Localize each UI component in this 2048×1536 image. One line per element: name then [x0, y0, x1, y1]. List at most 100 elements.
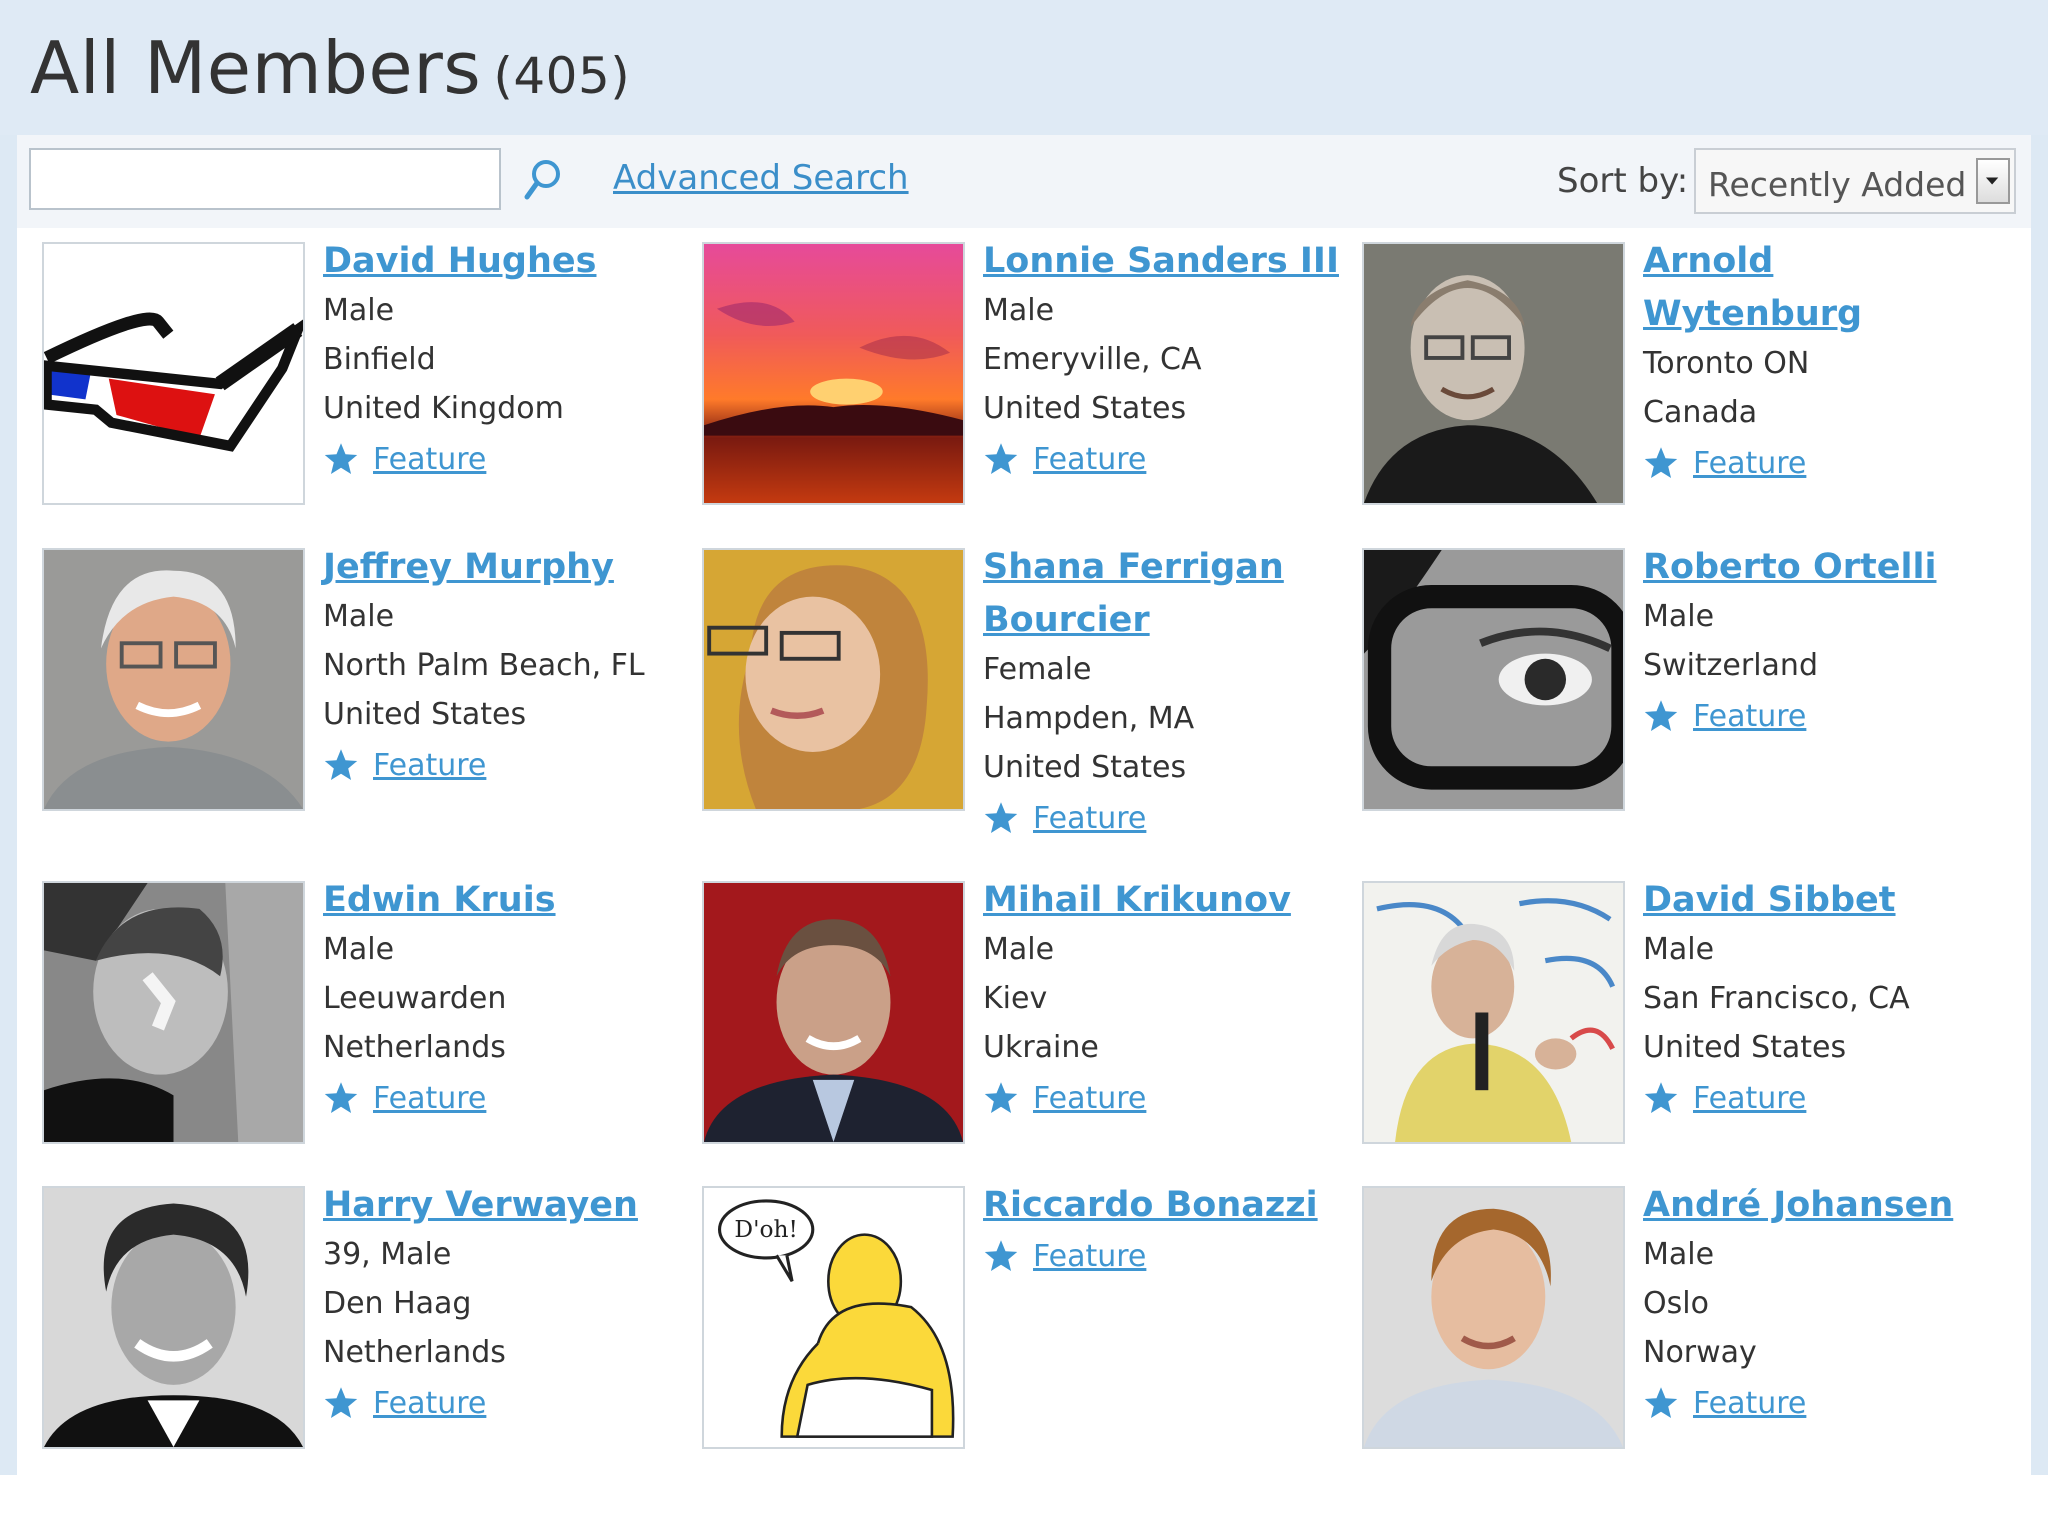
member-detail: Male [323, 293, 395, 328]
chevron-down-icon[interactable] [1976, 158, 2010, 204]
member-photo[interactable] [42, 1186, 305, 1449]
member-photo[interactable] [1362, 881, 1625, 1144]
member-photo-image [1364, 550, 1623, 809]
member-name-link[interactable]: Lonnie Sanders III [983, 235, 1343, 288]
member-detail: Netherlands [323, 1335, 506, 1370]
member-name-link[interactable]: Riccardo Bonazzi [983, 1179, 1343, 1232]
star-icon [1644, 700, 1678, 731]
member-name-link[interactable]: André Johansen [1643, 1179, 2003, 1232]
member-detail: Switzerland [1643, 648, 1818, 683]
feature-row: Feature [983, 792, 1343, 844]
star-icon [324, 1387, 358, 1418]
member-photo[interactable] [1362, 1186, 1625, 1449]
member-name-link[interactable]: David Hughes [323, 235, 683, 288]
member-details: Male North Palm Beach, FL United States [323, 592, 683, 739]
member-info: Mihail Krikunov Male Kiev Ukraine Feature [983, 880, 1343, 1124]
sort-select[interactable]: Recently Added [1694, 148, 2016, 214]
feature-link[interactable]: Feature [1693, 1386, 1806, 1421]
member-detail: Netherlands [323, 1030, 506, 1065]
member-detail: Male [1643, 599, 1715, 634]
member-photo[interactable]: D'oh! [702, 1186, 965, 1449]
member-photo[interactable] [702, 242, 965, 505]
member-photo-image [704, 550, 963, 809]
feature-link[interactable]: Feature [1033, 1081, 1146, 1116]
member-photo[interactable] [702, 881, 965, 1144]
member-name-link[interactable]: Edwin Kruis [323, 874, 683, 927]
star-icon [1644, 447, 1678, 478]
feature-row: Feature [983, 1230, 1343, 1282]
member-photo[interactable] [1362, 548, 1625, 811]
member-detail: North Palm Beach, FL [323, 648, 645, 683]
member-details: Toronto ON Canada [1643, 339, 2003, 437]
search-input[interactable] [29, 148, 501, 210]
member-details: Male Oslo Norway [1643, 1230, 2003, 1377]
member-photo[interactable] [1362, 242, 1625, 505]
member-info: Shana Ferrigan Bourcier Female Hampden, M… [983, 547, 1343, 844]
member-photo[interactable] [42, 881, 305, 1144]
member-detail: Male [323, 599, 395, 634]
feature-row: Feature [323, 1377, 683, 1429]
member-detail: Ukraine [983, 1030, 1099, 1065]
member-name-link[interactable]: Shana Ferrigan Bourcier [983, 541, 1343, 647]
feature-link[interactable]: Feature [1033, 1239, 1146, 1274]
member-photo-image [44, 1188, 303, 1447]
star-icon [324, 749, 358, 780]
star-icon [984, 1082, 1018, 1113]
feature-link[interactable]: Feature [373, 748, 486, 783]
feature-link[interactable]: Feature [1693, 446, 1806, 481]
member-name-link[interactable]: David Sibbet [1643, 874, 2003, 927]
feature-link[interactable]: Feature [373, 1386, 486, 1421]
feature-link[interactable]: Feature [373, 1081, 486, 1116]
member-info: Edwin Kruis Male Leeuwarden Netherlands Fe… [323, 880, 683, 1124]
member-detail: United States [983, 391, 1187, 426]
feature-row: Feature [1643, 690, 2003, 742]
member-info: David Sibbet Male San Francisco, CA United… [1643, 880, 2003, 1124]
feature-link[interactable]: Feature [1033, 801, 1146, 836]
member-detail: Male [1643, 1237, 1715, 1272]
member-detail: Male [983, 932, 1055, 967]
member-card: Lonnie Sanders III Male Emeryville, CA Uni… [702, 241, 1342, 542]
member-name-link[interactable]: Jeffrey Murphy [323, 541, 683, 594]
feature-row: Feature [323, 433, 683, 485]
star-icon [984, 1240, 1018, 1271]
member-detail: Norway [1643, 1335, 1757, 1370]
feature-row: Feature [1643, 1072, 2003, 1124]
member-photo[interactable] [42, 242, 305, 505]
member-detail: Emeryville, CA [983, 342, 1202, 377]
member-name-link[interactable]: Roberto Ortelli [1643, 541, 2003, 594]
member-name-link[interactable]: Harry Verwayen [323, 1179, 683, 1232]
member-photo-image [704, 883, 963, 1142]
page-title-text: All Members [30, 26, 482, 110]
star-icon [1644, 1082, 1678, 1113]
speech-bubble-text: D'oh! [734, 1216, 797, 1243]
star-icon [1644, 1387, 1678, 1418]
search-icon[interactable] [517, 153, 569, 205]
member-card: Harry Verwayen 39, Male Den Haag Netherlan… [42, 1185, 683, 1486]
feature-link[interactable]: Feature [1033, 442, 1146, 477]
advanced-search-link[interactable]: Advanced Search [613, 158, 909, 198]
member-detail: Male [323, 932, 395, 967]
page-header: All Members (405) [0, 0, 2048, 135]
member-photo-image [44, 244, 303, 503]
member-card: D'oh! Riccardo Bonazzi Feature [702, 1185, 1343, 1486]
member-name-link[interactable]: Arnold Wytenburg [1643, 235, 2003, 341]
member-name-link[interactable]: Mihail Krikunov [983, 874, 1343, 927]
feature-link[interactable]: Feature [1693, 699, 1806, 734]
member-detail: Oslo [1643, 1286, 1709, 1321]
feature-link[interactable]: Feature [1693, 1081, 1806, 1116]
member-card: Arnold Wytenburg Toronto ON Canada Featur… [1362, 241, 2003, 542]
member-photo-image [1364, 1188, 1623, 1447]
feature-row: Feature [983, 1072, 1343, 1124]
feature-link[interactable]: Feature [373, 442, 486, 477]
members-panel: Advanced Search Sort by: Recently Added … [17, 135, 2031, 1475]
page-footer-area [0, 1475, 2048, 1536]
member-photo[interactable] [702, 548, 965, 811]
member-count: (405) [493, 47, 631, 105]
member-detail: Toronto ON [1643, 346, 1810, 381]
member-photo-image [44, 883, 303, 1142]
member-photo-image [704, 244, 963, 503]
member-info: Harry Verwayen 39, Male Den Haag Netherlan… [323, 1185, 683, 1429]
member-photo[interactable] [42, 548, 305, 811]
star-icon [324, 1082, 358, 1113]
feature-row: Feature [323, 1072, 683, 1124]
